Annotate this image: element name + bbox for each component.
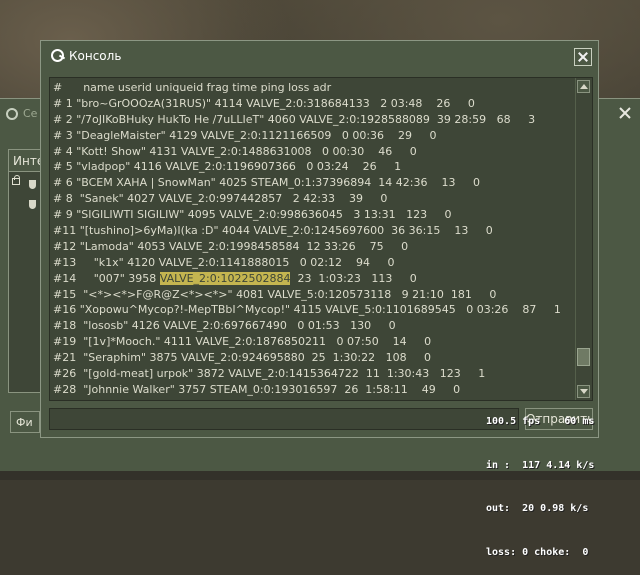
selected-text: VALVE_2:0:1022502884 xyxy=(159,271,291,285)
console-input[interactable] xyxy=(49,408,519,430)
loss-readout: loss: 0 choke: 0 xyxy=(486,546,589,558)
console-line: # 9 "SIGILIWTI SIGILIW" 4095 VALVE_2:0:9… xyxy=(53,208,452,222)
steam-icon xyxy=(6,108,18,120)
filter-button[interactable]: Фи xyxy=(10,411,40,433)
console-output: # name userid uniqueid frag time ping lo… xyxy=(49,77,593,401)
console-line: #13 "k1x" 4120 VALVE_2:0:1141888015 0 02… xyxy=(53,255,395,269)
close-button[interactable] xyxy=(574,48,592,66)
console-line: #15 "<*><*>F@R@Z<*><*>" 4081 VALVE_5:0:1… xyxy=(53,287,497,301)
server-browser-close-button[interactable] xyxy=(618,105,632,119)
shield-icon xyxy=(29,200,36,209)
scroll-thumb[interactable] xyxy=(577,348,590,366)
lock-icon xyxy=(12,175,20,185)
close-icon xyxy=(619,107,631,119)
console-window: Консоль # name userid uniqueid frag time… xyxy=(40,40,599,438)
fps-readout: 100.5 fps 60 ms xyxy=(486,416,595,427)
console-line: # name userid uniqueid frag time ping lo… xyxy=(53,81,332,94)
console-title: Консоль xyxy=(51,49,121,63)
console-line: # 3 "DeagleMaister" 4129 VALVE_2:0:11211… xyxy=(53,128,437,142)
netgraph-overlay: 100.5 fps 60 ms in : 117 4.14 k/s out: 2… xyxy=(486,386,636,575)
console-line: # 1 "bro~GrOOOzA(31RUS)" 4114 VALVE_2:0:… xyxy=(53,96,475,110)
console-line: #16 "Xopowu^Mycop?!-MepTBbI^Mycop!" 4115… xyxy=(53,303,561,317)
tab-internet[interactable]: Инте xyxy=(8,149,44,171)
console-line: # 6 "BCEM XAHA | SnowMan" 4025 STEAM_0:1… xyxy=(53,176,480,190)
console-line: # 4 "Kott! Show" 4131 VALVE_2:0:14886310… xyxy=(53,144,417,158)
server-browser-title: Се xyxy=(6,107,37,120)
shield-icon xyxy=(29,180,36,189)
console-line: #12 "Lamoda" 4053 VALVE_2:0:1998458584 1… xyxy=(53,239,409,253)
console-lines: # name userid uniqueid frag time ping lo… xyxy=(53,80,573,400)
scrollbar[interactable] xyxy=(575,78,592,400)
console-line: #26 "[gold-meat] urpok" 3872 VALVE_2:0:1… xyxy=(53,367,486,381)
console-line: #14 "007" 3958 VALVE_2:0:1022502884 23 1… xyxy=(53,271,417,285)
out-readout: out: 20 0.98 k/s xyxy=(486,503,589,514)
scroll-up-button[interactable] xyxy=(577,80,590,93)
in-readout: in : 117 4.14 k/s xyxy=(486,459,595,471)
console-line: # 8 "Sanek" 4027 VALVE_2:0:997442857 2 4… xyxy=(53,192,388,206)
console-line: #18 "lososb" 4126 VALVE_2:0:697667490 0 … xyxy=(53,319,396,333)
steam-icon xyxy=(51,49,64,62)
console-line: #21 "Seraphim" 3875 VALVE_2:0:924695880 … xyxy=(53,351,432,365)
console-line: # 5 "vladpop" 4116 VALVE_2:0:1196907366 … xyxy=(53,160,402,174)
console-line: # 2 "/7oJIKoBHuky HukTo He /7uLLIeT" 406… xyxy=(53,112,536,126)
console-line: #11 "[tushino]>6yMa)I(ka :D" 4044 VALVE_… xyxy=(53,224,493,238)
console-line: #19 "[1v]*Mooch." 4111 VALVE_2:0:1876850… xyxy=(53,335,432,349)
